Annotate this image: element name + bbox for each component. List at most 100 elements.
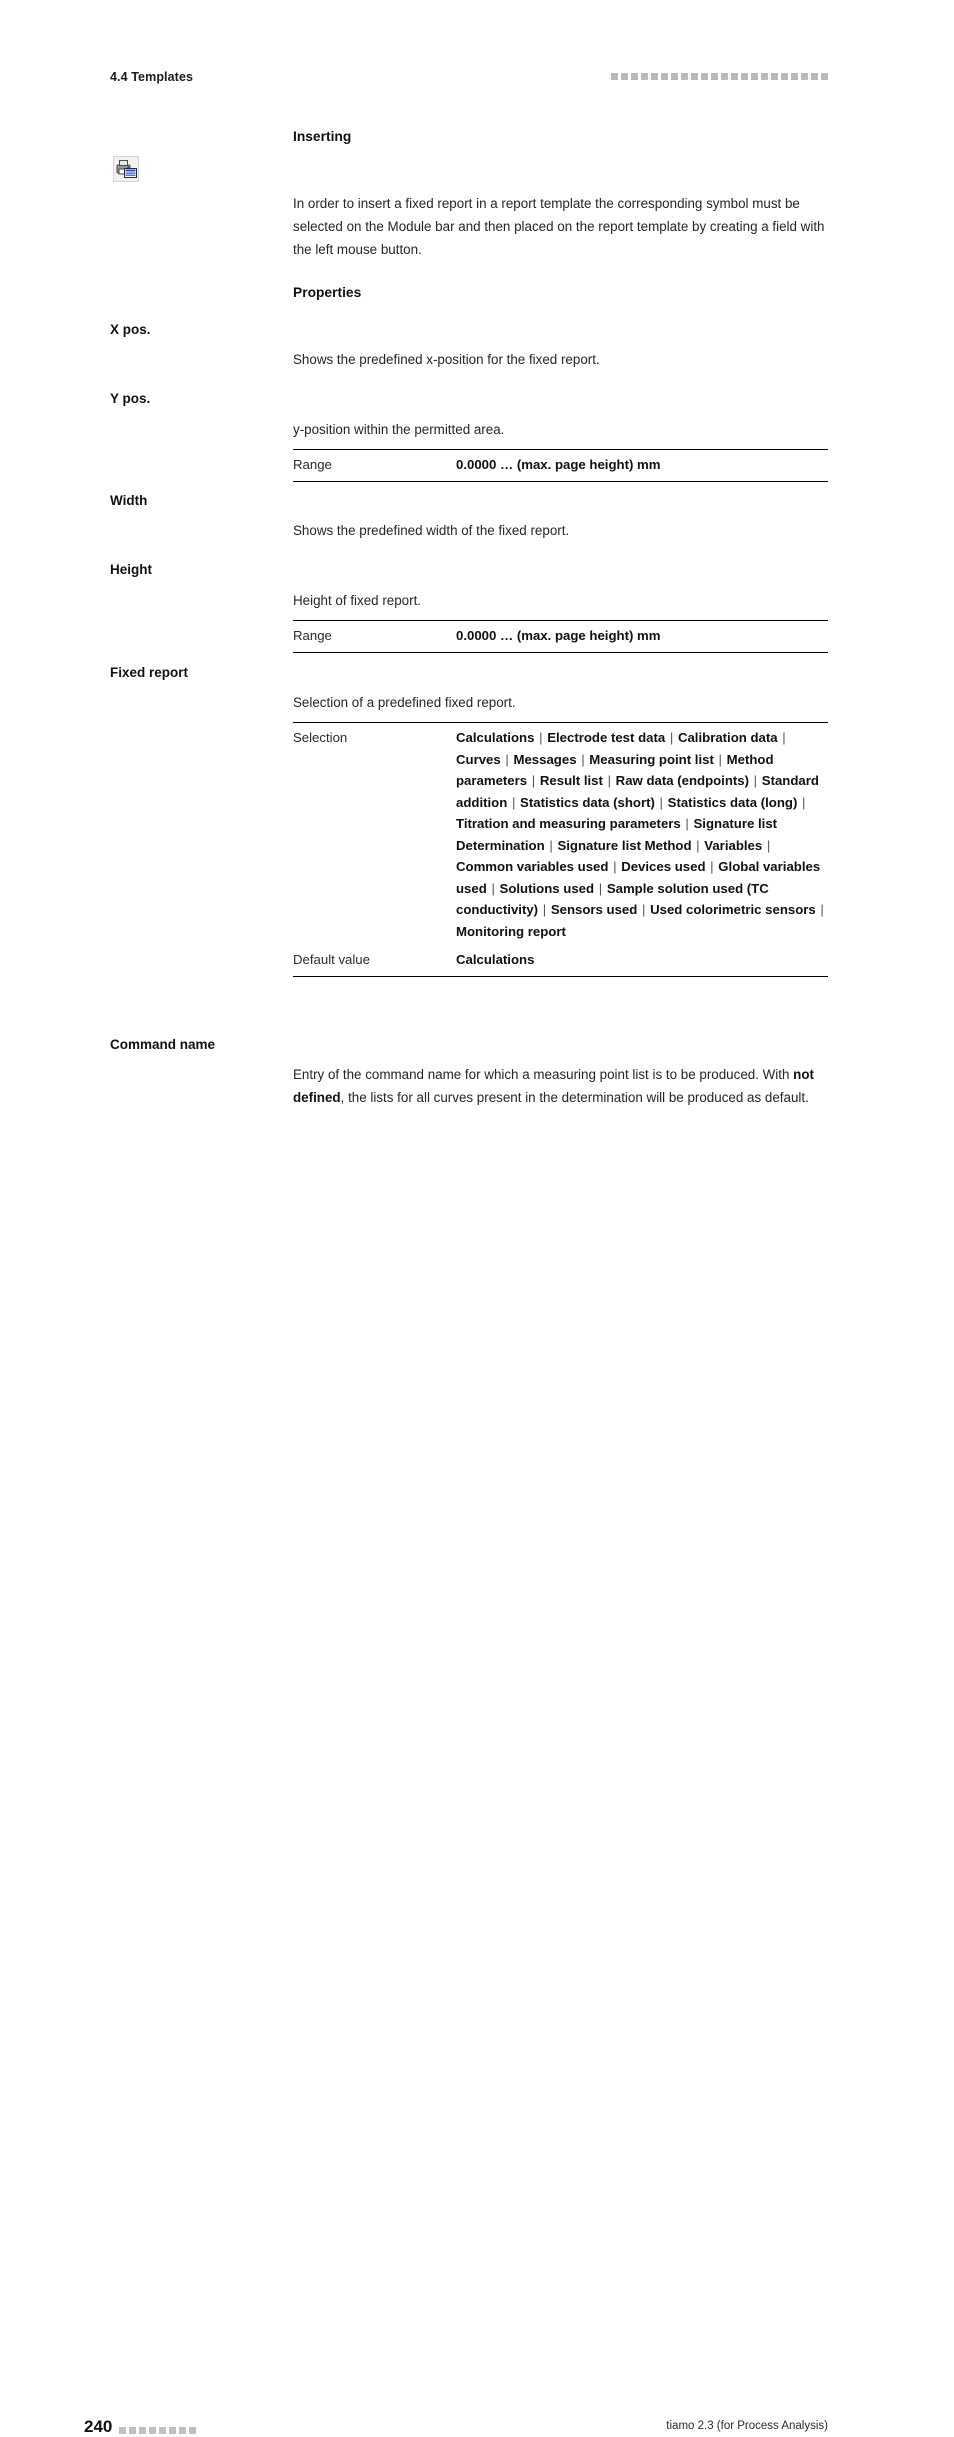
selection-separator: | <box>655 794 667 810</box>
selection-separator: | <box>763 837 771 853</box>
rule-square <box>781 73 788 80</box>
marginal-label-x-pos: X pos. <box>110 322 151 337</box>
y-pos-description-wrap: y-position within the permitted area. <box>293 418 828 441</box>
selection-option: Curves <box>456 751 501 767</box>
range-key: Range <box>293 449 456 482</box>
selection-key: Selection <box>293 722 456 947</box>
range-value: 0.0000 … (max. page height) mm <box>456 449 828 482</box>
footer-product-name: tiamo 2.3 (for Process Analysis) <box>666 2420 828 2432</box>
selection-separator: | <box>487 880 499 896</box>
selection-separator: | <box>750 773 761 789</box>
page-footer: 240 tiamo 2.3 (for Process Analysis) <box>0 1205 954 2436</box>
rule-square <box>621 73 628 80</box>
selection-separator: | <box>603 773 615 789</box>
selection-option: Electrode test data <box>547 730 666 745</box>
fixed-report-selection-table: Selection Calculations | Electrode test … <box>293 722 828 977</box>
rule-square <box>741 73 748 80</box>
selection-option: Calibration data <box>677 730 778 745</box>
table-row: Range 0.0000 … (max. page height) mm <box>293 449 828 482</box>
rule-square <box>801 73 808 80</box>
command-name-text-pre: Entry of the command name for which a me… <box>293 1067 794 1082</box>
rule-square <box>129 2427 136 2434</box>
selection-separator: | <box>706 859 718 875</box>
rule-square <box>169 2427 176 2434</box>
rule-square <box>681 73 688 80</box>
selection-option: Solutions used <box>499 880 595 896</box>
rule-square <box>611 73 618 80</box>
rule-square <box>751 73 758 80</box>
page-header: 4.4 Templates <box>0 0 954 100</box>
height-range-table: Range 0.0000 … (max. page height) mm <box>293 620 828 653</box>
command-name-description: Entry of the command name for which a me… <box>293 1063 828 1109</box>
rule-square <box>159 2427 166 2434</box>
height-description: Height of fixed report. <box>293 593 422 608</box>
x-pos-description-wrap: Shows the predefined x-position for the … <box>293 348 828 371</box>
marginal-label-y-pos: Y pos. <box>110 391 151 406</box>
height-table-wrap: Range 0.0000 … (max. page height) mm <box>293 620 828 653</box>
inserting-heading: Inserting <box>293 129 352 144</box>
rule-square <box>651 73 658 80</box>
selection-option: Raw data (endpoints) <box>615 773 750 789</box>
rule-square <box>691 73 698 80</box>
fixed-report-icon <box>113 156 139 182</box>
selection-option: Titration and measuring parameters <box>456 816 681 832</box>
marginal-label-height: Height <box>110 562 152 577</box>
rule-square <box>701 73 708 80</box>
fixed-report-description: Selection of a predefined fixed report. <box>293 695 516 710</box>
inserting-paragraph: In order to insert a fixed report in a r… <box>293 196 825 258</box>
rule-square <box>139 2427 146 2434</box>
rule-square <box>149 2427 156 2434</box>
selection-separator: | <box>528 773 539 789</box>
selection-separator: | <box>539 902 550 918</box>
y-pos-range-table: Range 0.0000 … (max. page height) mm <box>293 449 828 482</box>
selection-option: Variables <box>704 837 763 853</box>
selection-separator: | <box>778 730 786 745</box>
table-row: Selection Calculations | Electrode test … <box>293 722 828 947</box>
rule-square <box>821 73 828 80</box>
marginal-label-command-name: Command name <box>110 1037 216 1052</box>
rule-square <box>761 73 768 80</box>
rule-square <box>631 73 638 80</box>
default-value-key: Default value <box>293 946 456 977</box>
selection-option: Monitoring report <box>456 923 566 939</box>
selection-options-value: Calculations | Electrode test data | Cal… <box>456 722 828 947</box>
height-description-wrap: Height of fixed report. <box>293 589 828 612</box>
footer-decorative-rule <box>119 2427 196 2434</box>
selection-option: Statistics data (short) <box>520 794 655 810</box>
selection-separator: | <box>501 751 513 767</box>
selection-separator: | <box>681 816 693 832</box>
header-decorative-rule <box>611 73 828 80</box>
range-key: Range <box>293 620 456 653</box>
command-name-description-wrap: Entry of the command name for which a me… <box>293 1063 828 1109</box>
selection-separator: | <box>666 730 677 745</box>
rule-square <box>119 2427 126 2434</box>
selection-separator: | <box>545 837 557 853</box>
fixed-report-description-wrap: Selection of a predefined fixed report. <box>293 691 828 714</box>
rule-square <box>731 73 738 80</box>
selection-separator: | <box>816 902 824 918</box>
inserting-paragraph-wrap: In order to insert a fixed report in a r… <box>293 192 828 261</box>
selection-option: Calculations <box>456 730 535 745</box>
rule-square <box>711 73 718 80</box>
selection-separator: | <box>508 794 520 810</box>
width-description-wrap: Shows the predefined width of the fixed … <box>293 519 828 542</box>
selection-separator: | <box>798 794 806 810</box>
selection-separator: | <box>535 730 547 745</box>
marginal-label-width: Width <box>110 493 148 508</box>
rule-square <box>811 73 818 80</box>
rule-square <box>671 73 678 80</box>
x-pos-description: Shows the predefined x-position for the … <box>293 352 600 367</box>
rule-square <box>641 73 648 80</box>
range-value: 0.0000 … (max. page height) mm <box>456 620 828 653</box>
y-pos-description: y-position within the permitted area. <box>293 422 505 437</box>
rule-square <box>791 73 798 80</box>
selection-option: Used colorimetric sensors <box>650 902 816 918</box>
selection-option: Sensors used <box>550 902 638 918</box>
inserting-heading-wrap: Inserting <box>293 128 828 146</box>
selection-option: Measuring point list <box>589 751 714 767</box>
default-value-value: Calculations <box>456 946 828 977</box>
table-row: Range 0.0000 … (max. page height) mm <box>293 620 828 653</box>
rule-square <box>189 2427 196 2434</box>
header-section-title: 4.4 Templates <box>110 70 194 84</box>
properties-heading: Properties <box>293 285 362 300</box>
